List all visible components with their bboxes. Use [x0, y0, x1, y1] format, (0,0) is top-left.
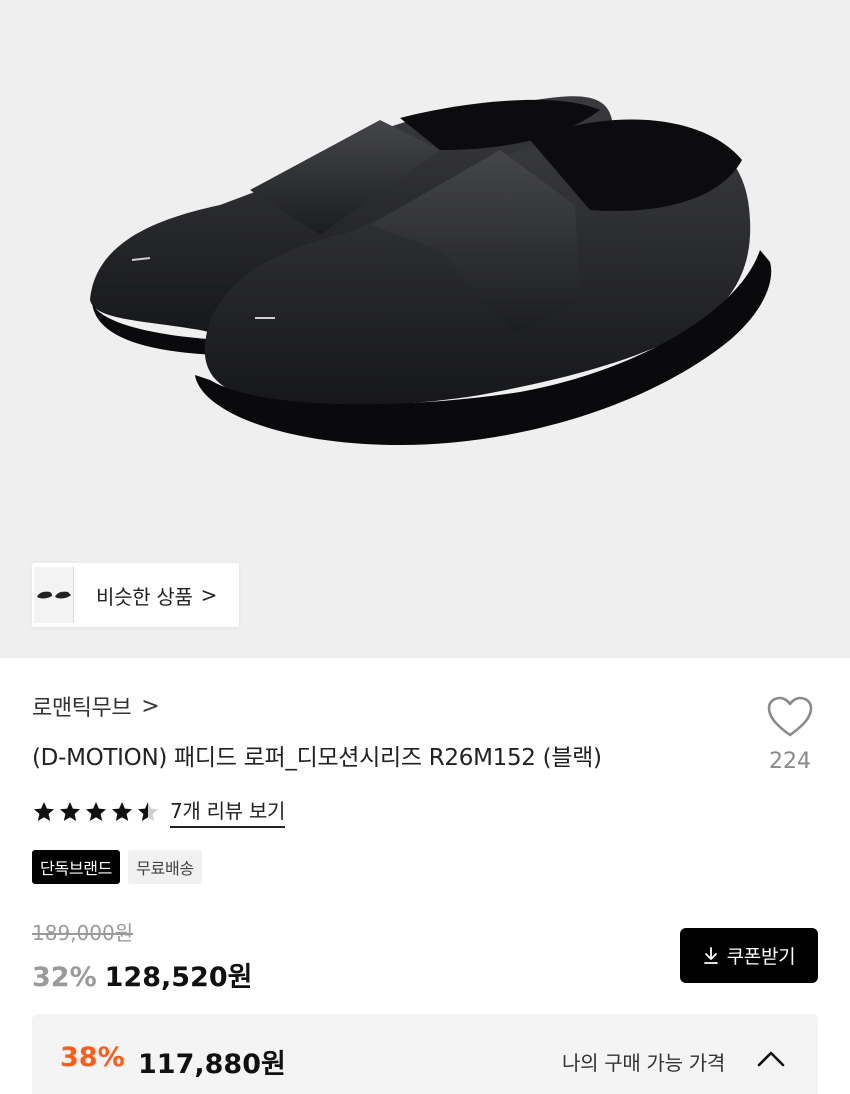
like-count: 224 [769, 749, 811, 774]
exclusive-brand-badge: 단독브랜드 [32, 850, 121, 884]
my-price: 117,880원 [138, 1049, 286, 1080]
brand-link[interactable]: 로맨틱무브 > [32, 690, 160, 722]
half-star-icon [138, 801, 158, 821]
similar-thumbnail [52, 567, 74, 623]
star-icon [34, 801, 54, 821]
star-icon [112, 801, 132, 821]
sale-price-row: 32% 128,520원 [32, 955, 252, 994]
download-icon [703, 946, 718, 964]
review-link[interactable]: 7개 리뷰 보기 [170, 795, 285, 828]
my-discount-percent: 38% [60, 1042, 125, 1073]
chevron-up-icon[interactable] [756, 1048, 786, 1068]
star-icon [60, 801, 80, 821]
shoe-image [90, 96, 772, 445]
chevron-right-icon: > [200, 583, 218, 607]
star-rating [32, 800, 160, 824]
sale-price: 128,520원 [104, 962, 253, 993]
star-icon [86, 801, 106, 821]
discount-percent: 32% [32, 962, 97, 993]
tag-list: 단독브랜드 무료배송 [32, 850, 202, 884]
similar-thumbnails [32, 564, 74, 626]
brand-name: 로맨틱무브 [32, 696, 132, 721]
chevron-right-icon: > [141, 693, 160, 719]
coupon-button[interactable]: 쿠폰받기 [680, 928, 818, 983]
my-price-panel[interactable]: 38% 117,880원 나의 구매 가능 가격 [32, 1014, 818, 1094]
product-image[interactable]: 비슷한 상품 > [0, 0, 850, 658]
like-button[interactable]: 224 [760, 695, 820, 774]
my-price-label: 나의 구매 가능 가격 [562, 1051, 725, 1075]
heart-icon [767, 696, 813, 737]
original-price: 189,000원 [32, 921, 134, 945]
coupon-label: 쿠폰받기 [726, 946, 796, 968]
product-title: (D-MOTION) 패디드 로퍼_디모션시리즈 R26M152 (블랙) [32, 745, 602, 771]
free-shipping-badge: 무료배송 [128, 850, 202, 884]
rating-row: 7개 리뷰 보기 [32, 795, 285, 828]
similar-products-label: 비슷한 상품 [96, 584, 193, 609]
similar-products-button[interactable]: 비슷한 상품 > [32, 563, 240, 627]
